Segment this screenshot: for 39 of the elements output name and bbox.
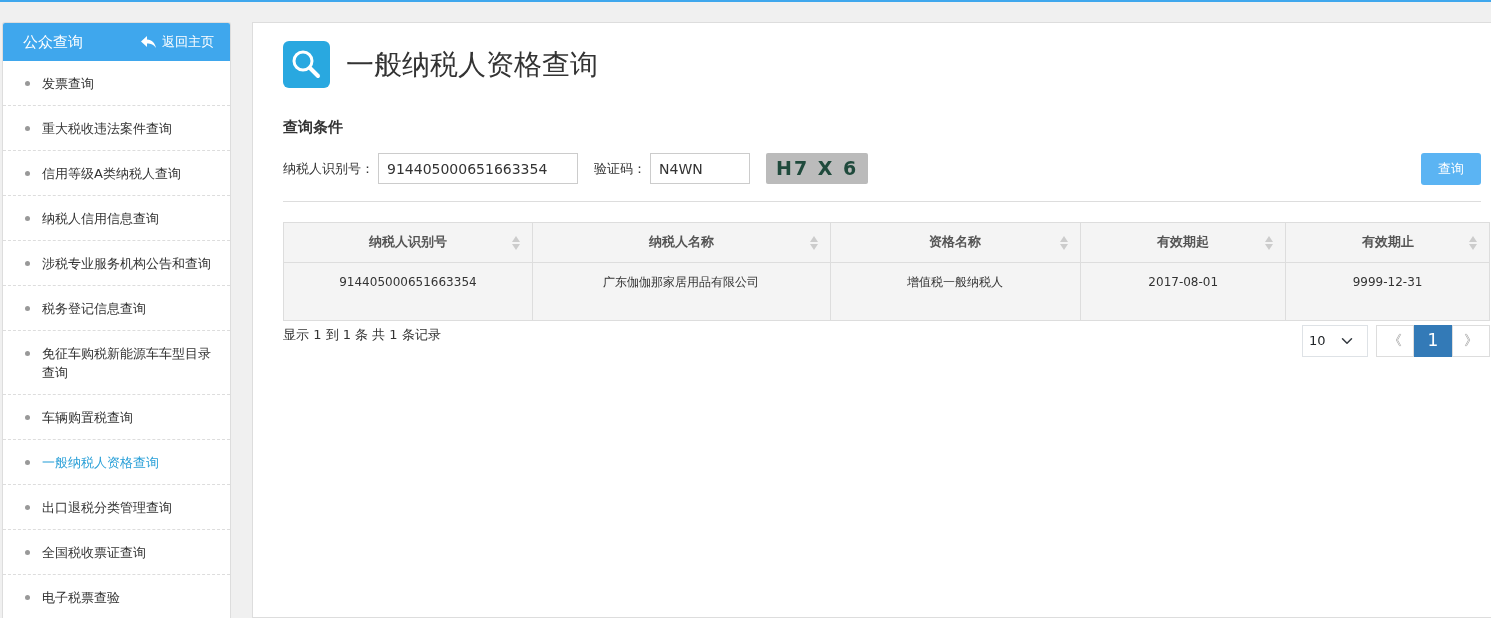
sidebar-item[interactable]: 涉税专业服务机构公告和查询 [3,241,230,286]
table-cell: 广东伽伽那家居用品有限公司 [603,274,760,289]
record-summary: 显示 1 到 1 条 共 1 条记录 [283,325,441,344]
taxpayer-id-field[interactable]: 914405000651663354 [378,153,578,184]
sort-icon[interactable] [809,235,818,250]
sidebar-item[interactable]: 信用等级A类纳税人查询 [3,151,230,196]
page-size-select[interactable]: 10 [1302,324,1368,357]
sidebar-item[interactable]: 电子税票查验 [3,575,230,618]
field-label: 验证码： [594,159,646,178]
sidebar-item[interactable]: 重大税收违法案件查询 [3,106,230,151]
search-icon [283,41,330,88]
section-title: 查询条件 [283,117,344,138]
field-label: 纳税人识别号： [283,159,374,178]
sort-icon[interactable] [1469,235,1477,250]
table-cell: 914405000651663354 [339,274,477,289]
sidebar-item[interactable]: 车辆购置税查询 [3,395,230,440]
sidebar-item[interactable]: 纳税人信用信息查询 [3,196,230,241]
sidebar-item[interactable]: 免征车购税新能源车车型目录查询 [3,331,230,395]
sidebar-item[interactable]: 发票查询 [3,61,230,106]
table-cell: 9999-12-31 [1352,274,1423,289]
sidebar-item[interactable]: 税务登记信息查询 [3,286,230,331]
sidebar-title: 公众查询 [23,31,83,53]
column-header[interactable]: 资格名称 [929,234,982,250]
sidebar-item[interactable]: 全国税收票证查询 [3,530,230,575]
sort-icon[interactable] [1060,235,1069,250]
page-title: 一般纳税人资格查询 [346,47,598,82]
sort-icon[interactable] [1265,235,1274,250]
captcha-image[interactable]: H7 X 6 [766,153,869,184]
table-cell: 增值税一般纳税人 [907,274,1004,289]
table-cell: 2017-08-01 [1148,274,1219,289]
page-button[interactable]: 1 [1414,324,1452,357]
column-header[interactable]: 纳税人识别号 [368,234,447,250]
column-header[interactable]: 有效期起 [1157,234,1210,250]
reply-arrow-icon [141,35,156,49]
sidebar-item[interactable]: 出口退税分类管理查询 [3,485,230,530]
column-header[interactable]: 有效期止 [1361,234,1414,250]
captcha-field[interactable]: N4WN [650,153,750,184]
column-header[interactable]: 纳税人名称 [648,234,714,250]
sort-icon[interactable] [511,235,520,250]
